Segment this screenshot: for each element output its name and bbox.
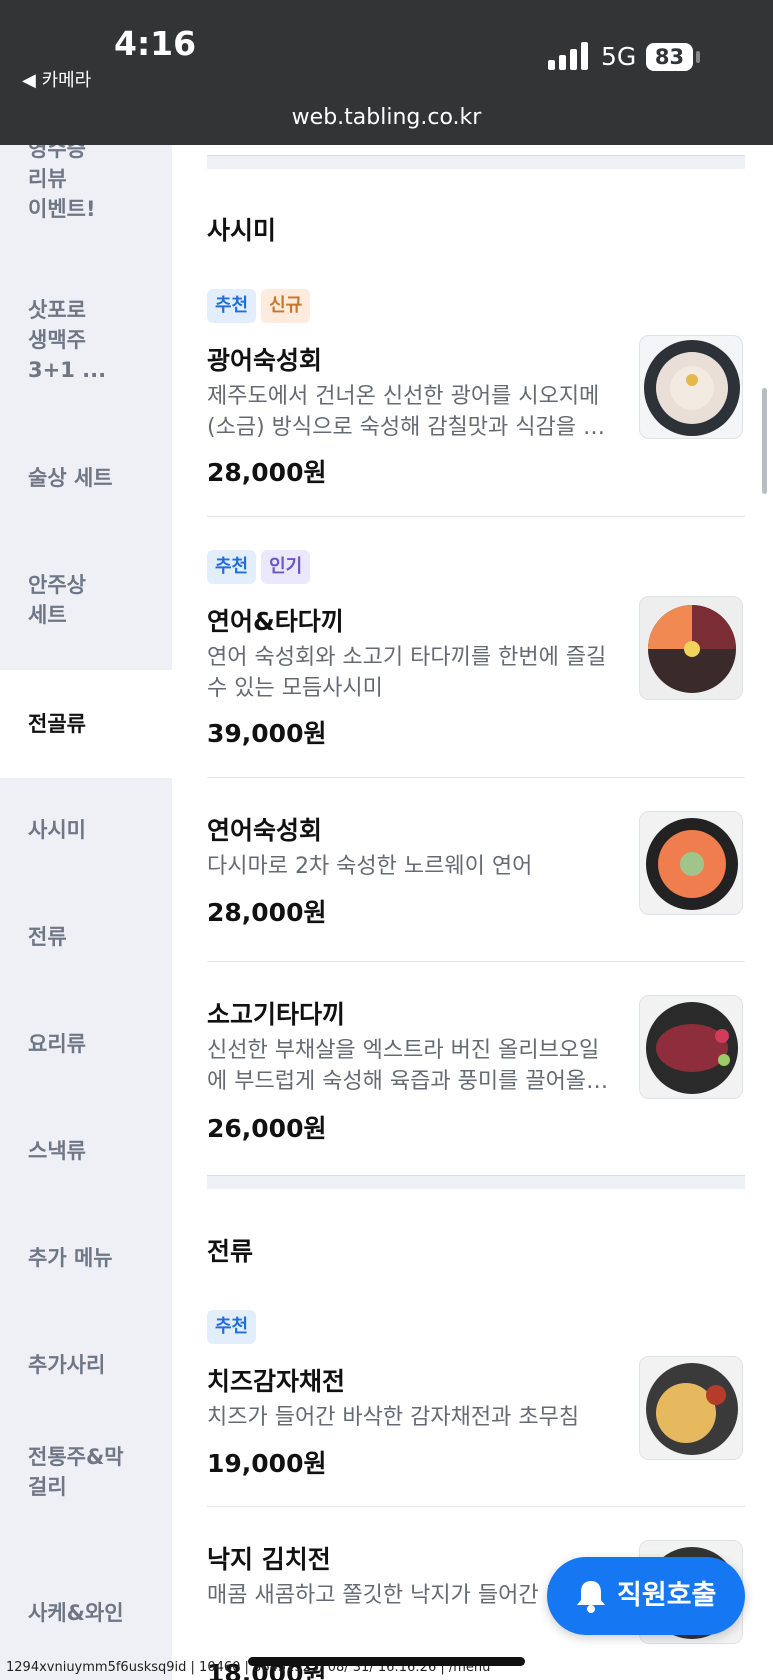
menu-content: 사시미 추천 신규 광어숙성회 제주도에서 건너온 신선한 광어를 시오지메(소금… <box>172 145 773 1680</box>
network-type: 5G <box>601 42 637 71</box>
sidebar-item-dishes[interactable]: 요리류 <box>0 1029 172 1059</box>
item-name: 연어숙성회 <box>207 816 323 845</box>
sidebar-item-sake-wine[interactable]: 사케&와인 <box>0 1598 172 1628</box>
home-indicator[interactable] <box>248 1657 525 1666</box>
badge-recommended: 추천 <box>207 289 257 323</box>
badge-recommended: 추천 <box>207 550 257 584</box>
item-separator <box>207 1506 745 1507</box>
item-name: 소고기타다끼 <box>207 1000 346 1029</box>
battery-icon: 83 <box>646 43 693 71</box>
sidebar-item-jeon[interactable]: 전류 <box>0 922 172 952</box>
item-photo-flatfish <box>639 335 743 439</box>
item-name: 낙지 김치전 <box>207 1545 331 1574</box>
sidebar-item-extra-noodles[interactable]: 추가사리 <box>0 1350 172 1380</box>
item-price: 26,000원 <box>207 1114 327 1143</box>
item-name: 치즈감자채전 <box>207 1367 346 1396</box>
item-photo-potato-pancake <box>639 1356 743 1460</box>
sidebar-item-sashimi[interactable]: 사시미 <box>0 815 172 845</box>
status-bar: 4:16 ◀ 카메라 5G 83 web.tabling.co.kr <box>0 0 773 145</box>
item-separator <box>207 961 745 962</box>
item-price: 39,000원 <box>207 719 327 748</box>
scrollbar[interactable] <box>762 388 767 494</box>
sidebar-item-snack-set[interactable]: 안주상 세트 <box>0 570 172 630</box>
sidebar-item-sapporo[interactable]: 삿포로 생맥주 3+1 ... <box>0 295 172 385</box>
back-to-camera-link[interactable]: ◀ 카메라 <box>22 66 91 92</box>
sidebar-item-review-event[interactable]: 영수증 리뷰 이벤트! <box>0 145 172 229</box>
clock: 4:16 <box>114 24 197 63</box>
battery-tip <box>696 51 700 63</box>
item-name: 광어숙성회 <box>207 346 323 375</box>
item-description: 치즈가 들어간 바삭한 감자채전과 초무침 <box>207 1405 580 1430</box>
item-price: 28,000원 <box>207 898 327 927</box>
item-photo-salmon <box>639 811 743 915</box>
bell-icon <box>577 1581 605 1613</box>
item-photo-salmon-tataki <box>639 596 743 700</box>
badge-new: 신규 <box>261 289 311 323</box>
section-divider <box>207 155 745 169</box>
item-description: 신선한 부채살을 엑스트라 버진 올리브오일에 부드럽게 숙성해 육즙과 풍미를… <box>207 1038 607 1094</box>
call-staff-label: 직원호출 <box>617 1580 717 1611</box>
item-name: 연어&타다끼 <box>207 607 344 636</box>
section-title-sashimi: 사시미 <box>207 216 277 245</box>
badges: 추천 <box>207 1310 261 1344</box>
sidebar-item-snacks[interactable]: 스낵류 <box>0 1136 172 1166</box>
item-separator <box>207 516 745 517</box>
badges: 추천 신규 <box>207 289 315 323</box>
item-description: 제주도에서 건너온 신선한 광어를 시오지메(소금) 방식으로 숙성해 감칠맛과… <box>207 384 604 440</box>
category-sidebar: 영수증 리뷰 이벤트! 삿포로 생맥주 3+1 ... 술상 세트 안주상 세트… <box>0 145 172 1680</box>
item-photo-beef-tataki <box>639 995 743 1099</box>
item-separator <box>207 777 745 778</box>
sidebar-item-stew[interactable]: 전골류 <box>0 670 172 778</box>
call-staff-button[interactable]: 직원호출 <box>547 1557 745 1635</box>
sidebar-item-drink-set[interactable]: 술상 세트 <box>0 463 172 493</box>
item-price: 19,000원 <box>207 1449 327 1478</box>
sidebar-item-extra-menu[interactable]: 추가 메뉴 <box>0 1243 172 1273</box>
item-description: 연어 숙성회와 소고기 타다끼를 한번에 즐길수 있는 모듬사시미 <box>207 645 607 701</box>
section-title-jeon: 전류 <box>207 1237 254 1266</box>
badge-popular: 인기 <box>261 550 311 584</box>
url-bar[interactable]: web.tabling.co.kr <box>0 105 773 130</box>
sidebar-item-traditional-liquor[interactable]: 전통주&막 걸리 <box>0 1442 172 1502</box>
badges: 추천 인기 <box>207 550 315 584</box>
item-price: 28,000원 <box>207 458 327 487</box>
badge-recommended: 추천 <box>207 1310 257 1344</box>
section-divider <box>207 1175 745 1189</box>
signal-icon <box>548 42 588 70</box>
item-description: 다시마로 2차 숙성한 노르웨이 연어 <box>207 854 533 879</box>
